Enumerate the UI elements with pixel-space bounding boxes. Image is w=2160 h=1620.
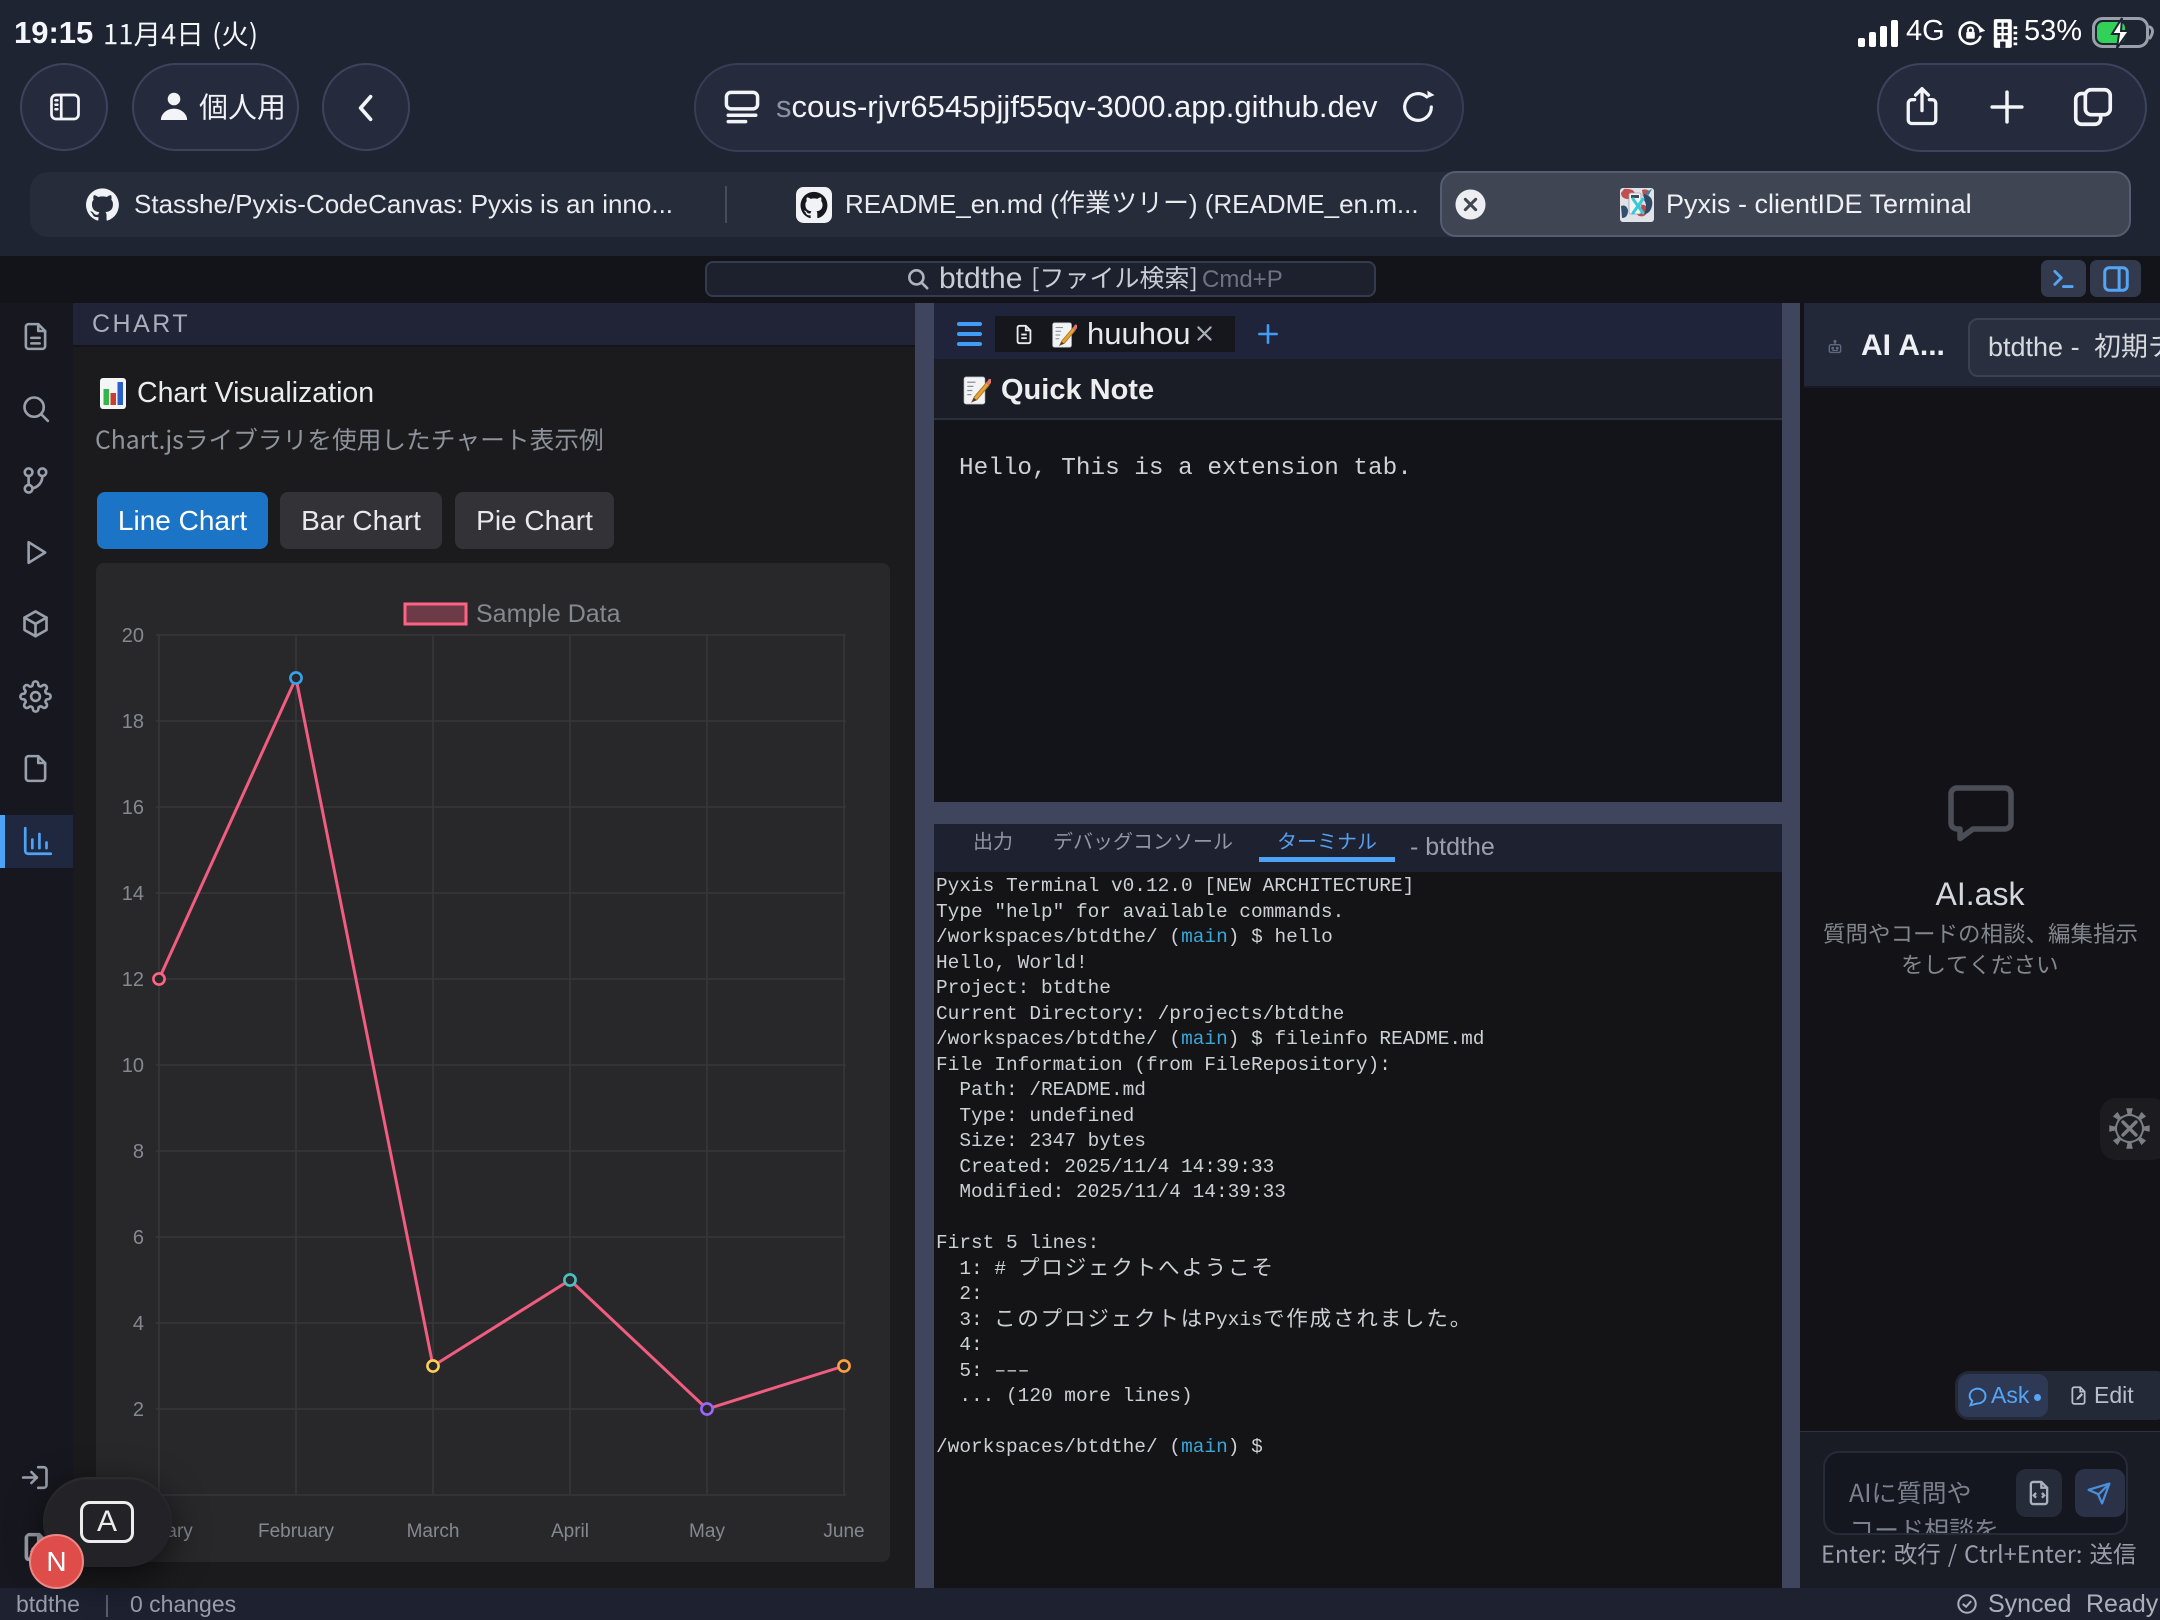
svg-text:8: 8	[133, 1141, 144, 1163]
svg-text:18: 18	[122, 711, 144, 733]
svg-text:16: 16	[122, 797, 144, 819]
svg-text:April: April	[551, 1521, 589, 1542]
svg-text:4: 4	[133, 1313, 144, 1335]
svg-text:May: May	[689, 1521, 725, 1542]
svg-text:12: 12	[122, 969, 144, 991]
svg-text:February: February	[258, 1521, 335, 1542]
svg-text:10: 10	[122, 1055, 144, 1077]
svg-text:2: 2	[133, 1399, 144, 1421]
svg-text:June: June	[823, 1521, 864, 1542]
svg-text:6: 6	[133, 1227, 144, 1249]
svg-text:14: 14	[122, 883, 144, 905]
svg-text:March: March	[407, 1521, 460, 1542]
svg-text:20: 20	[122, 625, 144, 647]
svg-text:Sample Data: Sample Data	[476, 600, 621, 628]
